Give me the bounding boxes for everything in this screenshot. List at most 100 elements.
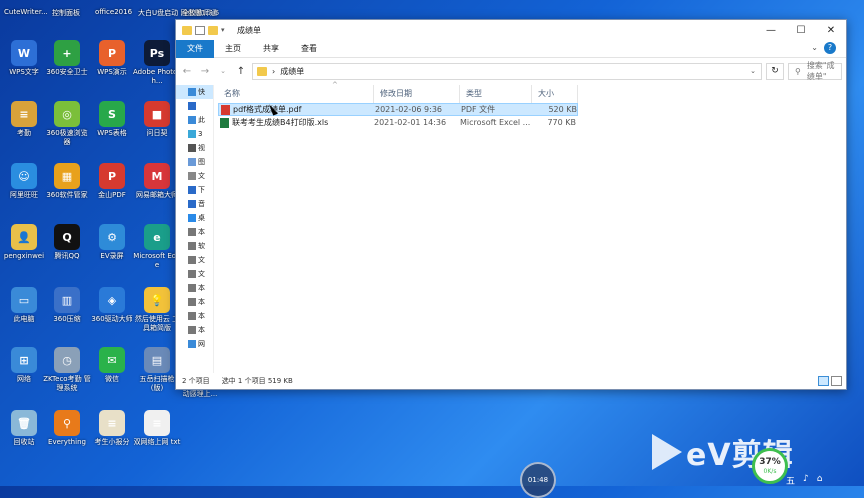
desktop-icon-label: 然后使用云 工具箱简版 (134, 315, 180, 332)
file-row[interactable]: 联考考生成绩B4打印版.xls 2021-02-01 14:36 Microsoft… (218, 116, 846, 129)
refresh-button[interactable]: ↻ (766, 62, 784, 80)
quick-access-toolbar: ▾ (182, 25, 229, 35)
desktop-icon[interactable]: ✉ 微信 (88, 347, 136, 384)
nav-pane-item[interactable]: 本 (176, 309, 213, 323)
nav-pane-item[interactable]: 桌 (176, 211, 213, 225)
clock-icon: ◷ (54, 347, 80, 373)
music-icon (188, 200, 196, 208)
desktop-icon[interactable]: ≡ 考勤 (0, 101, 48, 138)
desktop-icon[interactable]: ⚙ EV录屏 (88, 224, 136, 261)
desktop-icon[interactable]: ⊞ 网络 (0, 347, 48, 384)
desktop-icon[interactable]: 🗑 回收站 (0, 410, 48, 447)
ribbon-tab[interactable]: 共享 (252, 40, 290, 58)
ribbon-tab[interactable]: 主页 (214, 40, 252, 58)
breadcrumb-separator: › (272, 66, 276, 76)
desktop-icon[interactable]: ▤ 五岳扫描枪 (版) (133, 347, 181, 393)
tray-icon[interactable]: ⌂ (817, 474, 823, 487)
desktop-icon[interactable]: ≡ 双网络上网 txt (133, 410, 181, 447)
properties-icon[interactable] (195, 25, 205, 35)
desktop-icon[interactable]: ■ 问日契 (133, 101, 181, 138)
desktop-icon[interactable]: M 网易邮箱大师 (133, 163, 181, 200)
desktop-icon[interactable]: ☺ 阿里旺旺 (0, 163, 48, 200)
forward-arrow-icon[interactable]: → (198, 66, 212, 77)
help-icon[interactable]: ? (824, 42, 836, 54)
desktop-icon[interactable]: P 金山PDF (88, 163, 136, 200)
nav-pane-item[interactable]: 网 (176, 337, 213, 351)
nav-pane-item[interactable]: 文 (176, 169, 213, 183)
nav-pane-item[interactable] (176, 99, 213, 113)
minimize-button[interactable]: — (756, 20, 786, 40)
desktop-top-label[interactable]: 全校教师通 (182, 8, 217, 18)
desktop-icon-label: 五岳扫描枪 (版) (139, 375, 175, 392)
desktop-icon[interactable]: ⚲ Everything (43, 410, 91, 447)
memory-gauge[interactable]: 37% 0K/s (752, 448, 788, 484)
desktop-icon[interactable]: W WPS文字 (0, 40, 48, 77)
new-folder-icon[interactable] (208, 25, 218, 35)
column-header-type[interactable]: 类型 (460, 85, 532, 103)
drive-icon (188, 228, 196, 236)
details-view-button[interactable] (818, 376, 829, 386)
desktop-icon[interactable]: ▭ 此电脑 (0, 287, 48, 324)
tray-icon[interactable]: 五 (786, 474, 795, 487)
desktop-icon[interactable]: Q 腾讯QQ (43, 224, 91, 261)
maximize-button[interactable]: ☐ (786, 20, 816, 40)
large-icons-view-button[interactable] (831, 376, 842, 386)
desktop-icon[interactable]: ≡ 考生小报分 (88, 410, 136, 447)
chevron-down-icon[interactable]: ▾ (221, 26, 229, 35)
nav-pane-item[interactable]: 下 (176, 183, 213, 197)
desktop-top-label[interactable]: 控制面板 (52, 8, 80, 18)
tray-icon[interactable]: ♪ (803, 474, 809, 487)
ribbon-tab[interactable]: 查看 (290, 40, 328, 58)
nav-pane-item[interactable]: 本 (176, 281, 213, 295)
nav-pane-item[interactable]: 快 (176, 85, 213, 99)
address-bar[interactable]: › 成绩单 ⌄ (252, 62, 762, 80)
desktop-top-label[interactable]: office2016 (95, 8, 132, 16)
chevron-down-icon[interactable]: ⌄ (750, 67, 756, 75)
desktop-icon-partial-label[interactable]: 动感理上... (176, 390, 224, 399)
desktop-icon[interactable]: ◷ ZKTeco考勤 管理系统 (43, 347, 91, 393)
nav-pane-item[interactable]: 本 (176, 295, 213, 309)
desktop-top-label[interactable]: CuteWriter... (4, 8, 48, 16)
breadcrumb-item[interactable]: 成绩单 (280, 66, 304, 77)
nav-pane-label: 本 (198, 298, 205, 306)
search-input[interactable]: 搜索"成绩单" (807, 60, 835, 82)
desktop-icon[interactable]: Ps Adobe Photosh... (133, 40, 181, 86)
desktop-icon[interactable]: ◎ 360极速浏览器 (43, 101, 91, 147)
pdf-icon: P (99, 163, 125, 189)
nav-pane-item[interactable]: 文 (176, 267, 213, 281)
desktop-icon[interactable]: 💡 然后使用云 工具箱简版 (133, 287, 181, 333)
nav-pane-item[interactable]: 视 (176, 141, 213, 155)
recent-chevron-icon[interactable]: ⌄ (216, 67, 230, 75)
desktop-icon[interactable]: ▦ 360软件管家 (43, 163, 91, 200)
document-icon: ≡ (99, 410, 125, 436)
search-box[interactable]: ⚲ 搜索"成绩单" (788, 60, 842, 82)
desktop-icon-label: 腾讯QQ (54, 252, 80, 260)
nav-pane-item[interactable]: 音 (176, 197, 213, 211)
desktop-icon[interactable]: S WPS表格 (88, 101, 136, 138)
column-header-size[interactable]: 大小 (532, 85, 578, 103)
nav-pane-label: 桌 (198, 214, 205, 222)
title-bar[interactable]: ▾ 成绩单 — ☐ ✕ (176, 20, 846, 40)
back-arrow-icon[interactable]: ← (180, 66, 194, 77)
desktop-icon[interactable]: ◈ 360驱动大师 (88, 287, 136, 324)
close-button[interactable]: ✕ (816, 20, 846, 40)
nav-pane-item[interactable]: 3 (176, 127, 213, 141)
desktop-icon[interactable]: 👤 pengxinwei (0, 224, 48, 261)
desktop-icon[interactable]: P WPS演示 (88, 40, 136, 77)
nav-pane-item[interactable]: 本 (176, 323, 213, 337)
ribbon-tab[interactable]: 文件 (176, 39, 214, 58)
nav-pane-item[interactable]: 本 (176, 225, 213, 239)
up-arrow-icon[interactable]: ↑ (234, 66, 248, 77)
play-logo-icon (652, 434, 682, 470)
nav-pane-item[interactable]: 图 (176, 155, 213, 169)
nav-pane-item[interactable]: 软 (176, 239, 213, 253)
desktop-icon[interactable]: ▥ 360压缩 (43, 287, 91, 324)
nav-pane-label: 本 (198, 228, 205, 236)
column-header-date[interactable]: 修改日期 (374, 85, 460, 103)
nav-pane-item[interactable]: 此 (176, 113, 213, 127)
column-header-name[interactable]: 名称 (218, 85, 374, 103)
nav-pane-item[interactable]: 文 (176, 253, 213, 267)
desktop-icon[interactable]: +360安全卫士 (43, 40, 91, 77)
chevron-down-icon[interactable]: ⌄ (811, 43, 818, 52)
desktop-icon[interactable]: e Microsoft Edge (133, 224, 181, 270)
